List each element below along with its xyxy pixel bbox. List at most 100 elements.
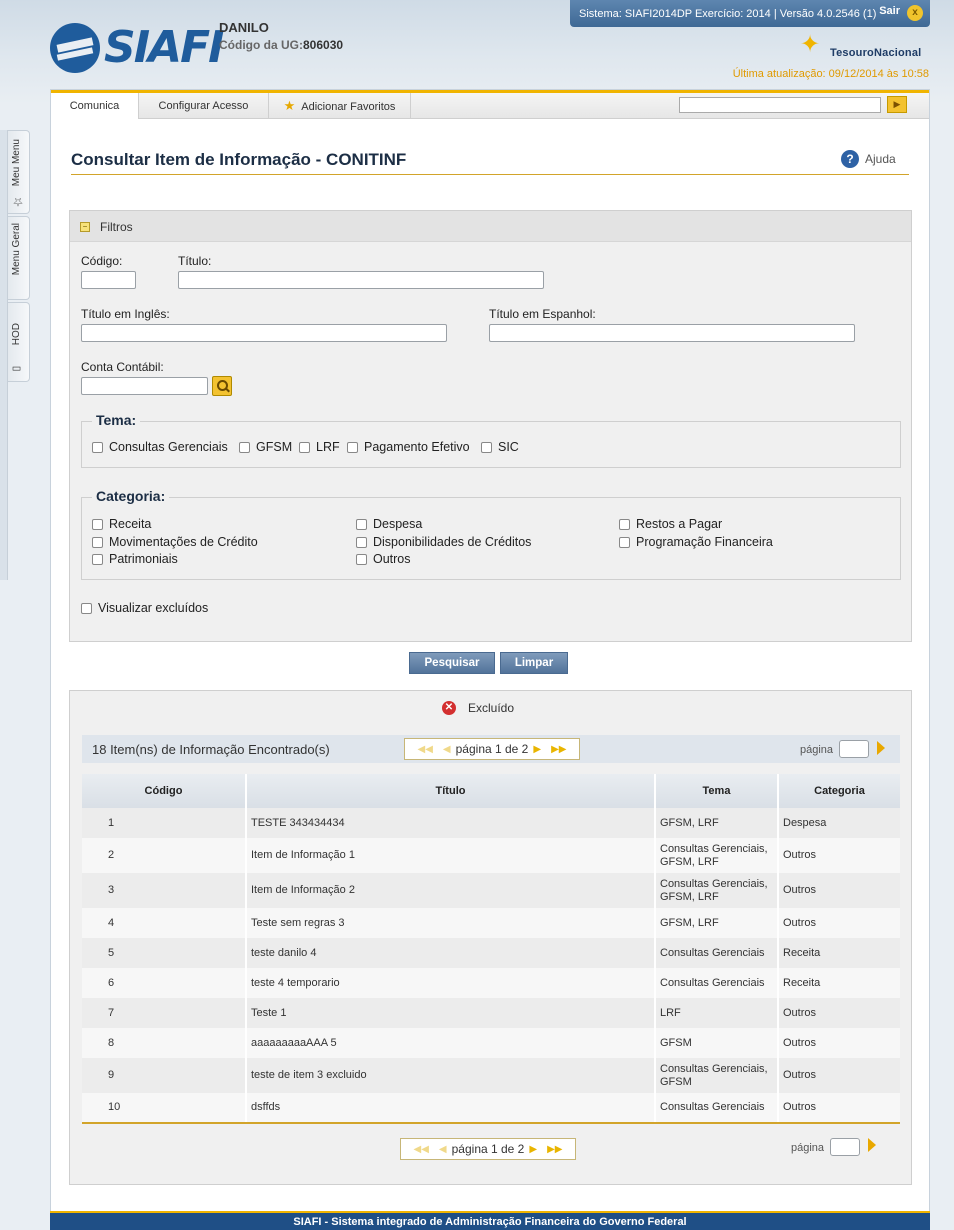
- cell-codigo: 1: [82, 808, 246, 838]
- last-page-icon[interactable]: ▶▶: [547, 1144, 562, 1155]
- tema-checkbox-gfsm[interactable]: GFSM: [239, 440, 292, 454]
- nav-tab-label: Comunica: [69, 100, 120, 112]
- app-footer: SIAFI - Sistema integrado de Administraç…: [50, 1211, 930, 1230]
- side-tab-hod[interactable]: HOD ▭: [8, 302, 30, 382]
- categoria-checkbox-outros[interactable]: Outros: [356, 552, 411, 566]
- nav-tab-adicionar-favoritos[interactable]: ★ Adicionar Favoritos: [269, 93, 411, 119]
- first-page-icon[interactable]: ◀◀: [414, 1144, 429, 1155]
- cell-titulo: teste de item 3 excluido: [245, 1058, 655, 1093]
- checkbox-box[interactable]: [619, 518, 630, 530]
- exit-icon[interactable]: x: [907, 5, 923, 21]
- exit-button[interactable]: Sair: [879, 5, 900, 17]
- pager-top: ◀◀ ◀ página 1 de 2 ▶ ▶▶: [404, 738, 580, 760]
- first-page-icon[interactable]: ◀◀: [418, 744, 433, 755]
- goto-page-arrow-icon[interactable]: [868, 1138, 876, 1152]
- checkbox-box[interactable]: [92, 441, 103, 453]
- goto-page-input[interactable]: [839, 740, 869, 758]
- tema-checkbox-consultas-gerenciais[interactable]: Consultas Gerenciais: [92, 440, 228, 454]
- cell-tema: Consultas Gerenciais, GFSM: [654, 1058, 778, 1093]
- table-row[interactable]: 9 teste de item 3 excluido Consultas Ger…: [82, 1058, 900, 1093]
- conta-contabil-search-button[interactable]: [212, 376, 232, 396]
- categoria-checkbox-patrimoniais[interactable]: Patrimoniais: [92, 552, 178, 566]
- categoria-checkbox-restos-a-pagar[interactable]: Restos a Pagar: [619, 517, 722, 531]
- checkbox-label: Programação Financeira: [636, 535, 773, 549]
- goto-page-input[interactable]: [830, 1138, 860, 1156]
- nav-tab-comunica[interactable]: Comunica: [51, 93, 139, 119]
- checkbox-box[interactable]: [92, 518, 103, 530]
- results-table: Código Título Tema Categoria 1 TESTE 343…: [82, 774, 900, 1124]
- checkbox-box[interactable]: [481, 441, 492, 453]
- next-page-icon[interactable]: ▶: [529, 1144, 537, 1155]
- table-row[interactable]: 10 dsffds Consultas Gerenciais Outros: [82, 1093, 900, 1124]
- checkbox-box[interactable]: [356, 553, 367, 565]
- titulo-espanhol-input[interactable]: [489, 324, 855, 342]
- checkbox-box[interactable]: [239, 441, 250, 453]
- side-tab-meu-menu[interactable]: Meu Menu ☆: [8, 130, 30, 214]
- codigo-label: Código:: [81, 254, 123, 268]
- nav-tab-label: Configurar Acesso: [158, 100, 249, 112]
- table-row[interactable]: 4 Teste sem regras 3 GFSM, LRF Outros: [82, 908, 900, 938]
- clear-button[interactable]: Limpar: [500, 652, 568, 674]
- excluded-legend-label: Excluído: [468, 701, 515, 715]
- cell-titulo: Teste 1: [245, 998, 655, 1028]
- star-icon: ★: [283, 98, 296, 113]
- cell-tema: LRF: [654, 998, 778, 1028]
- side-tab-menu-geral[interactable]: Menu Geral: [8, 216, 30, 300]
- checkbox-box[interactable]: [92, 536, 103, 548]
- last-page-icon[interactable]: ▶▶: [551, 744, 566, 755]
- page-indicator: página 1 de 2: [455, 742, 529, 756]
- checkbox-box[interactable]: [356, 536, 367, 548]
- table-row[interactable]: 8 aaaaaaaaaAAA 5 GFSM Outros: [82, 1028, 900, 1058]
- table-row[interactable]: 5 teste danilo 4 Consultas Gerenciais Re…: [82, 938, 900, 968]
- checkbox-box[interactable]: [619, 536, 630, 548]
- system-info: Sistema: SIAFI2014DP Exercício: 2014 | V…: [579, 8, 877, 20]
- table-row[interactable]: 6 teste 4 temporario Consultas Gerenciai…: [82, 968, 900, 998]
- categoria-checkbox-programacao-financeira[interactable]: Programação Financeira: [619, 535, 773, 549]
- column-header-titulo[interactable]: Título: [245, 774, 655, 808]
- tema-checkbox-sic[interactable]: SIC: [481, 440, 519, 454]
- table-row[interactable]: 1 TESTE 343434434 GFSM, LRF Despesa: [82, 808, 900, 838]
- prev-page-icon[interactable]: ◀: [439, 1144, 447, 1155]
- column-header-codigo[interactable]: Código: [82, 774, 246, 808]
- tema-checkbox-pagamento-efetivo[interactable]: Pagamento Efetivo: [347, 440, 470, 454]
- visualizar-excluidos-checkbox[interactable]: Visualizar excluídos: [81, 601, 208, 615]
- help-link[interactable]: ? Ajuda: [841, 150, 896, 168]
- checkbox-box[interactable]: [81, 602, 92, 614]
- prev-page-icon[interactable]: ◀: [443, 744, 451, 755]
- nav-search-input[interactable]: [679, 97, 881, 113]
- collapse-icon[interactable]: −: [80, 222, 90, 232]
- categoria-checkbox-disponibilidades-de-creditos[interactable]: Disponibilidades de Créditos: [356, 535, 531, 549]
- titulo-input[interactable]: [178, 271, 544, 289]
- results-panel: ✕ Excluído 18 Item(ns) de Informação Enc…: [69, 690, 912, 1185]
- cell-tema: Consultas Gerenciais, GFSM, LRF: [654, 838, 778, 873]
- column-header-tema[interactable]: Tema: [654, 774, 778, 808]
- cell-codigo: 8: [82, 1028, 246, 1058]
- tema-checkbox-lrf[interactable]: LRF: [299, 440, 340, 454]
- pager-bottom: ◀◀ ◀ página 1 de 2 ▶ ▶▶: [400, 1138, 576, 1160]
- cell-categoria: Outros: [777, 838, 900, 873]
- filters-header[interactable]: − Filtros: [70, 211, 911, 242]
- goto-page-arrow-icon[interactable]: [877, 741, 885, 755]
- help-icon: ?: [841, 150, 859, 168]
- table-row[interactable]: 7 Teste 1 LRF Outros: [82, 998, 900, 1028]
- conta-contabil-label: Conta Contábil:: [81, 360, 164, 374]
- table-row[interactable]: 3 Item de Informação 2 Consultas Gerenci…: [82, 873, 900, 908]
- user-name: DANILO: [219, 20, 269, 35]
- search-button[interactable]: Pesquisar: [409, 652, 495, 674]
- checkbox-box[interactable]: [347, 441, 358, 453]
- titulo-ingles-input[interactable]: [81, 324, 447, 342]
- checkbox-box[interactable]: [299, 441, 310, 453]
- categoria-checkbox-despesa[interactable]: Despesa: [356, 517, 422, 531]
- conta-contabil-input[interactable]: [81, 377, 208, 395]
- checkbox-box[interactable]: [356, 518, 367, 530]
- categoria-checkbox-movimentacoes-de-credito[interactable]: Movimentações de Crédito: [92, 535, 258, 549]
- nav-search-button[interactable]: ▶: [887, 96, 907, 113]
- categoria-checkbox-receita[interactable]: Receita: [92, 517, 151, 531]
- next-page-icon[interactable]: ▶: [533, 744, 541, 755]
- codigo-input[interactable]: [81, 271, 136, 289]
- table-row[interactable]: 2 Item de Informação 1 Consultas Gerenci…: [82, 838, 900, 873]
- column-header-categoria[interactable]: Categoria: [777, 774, 900, 808]
- nav-tab-configurar-acesso[interactable]: Configurar Acesso: [139, 93, 269, 119]
- checkbox-box[interactable]: [92, 553, 103, 565]
- excluded-legend: ✕ Excluído: [442, 701, 514, 715]
